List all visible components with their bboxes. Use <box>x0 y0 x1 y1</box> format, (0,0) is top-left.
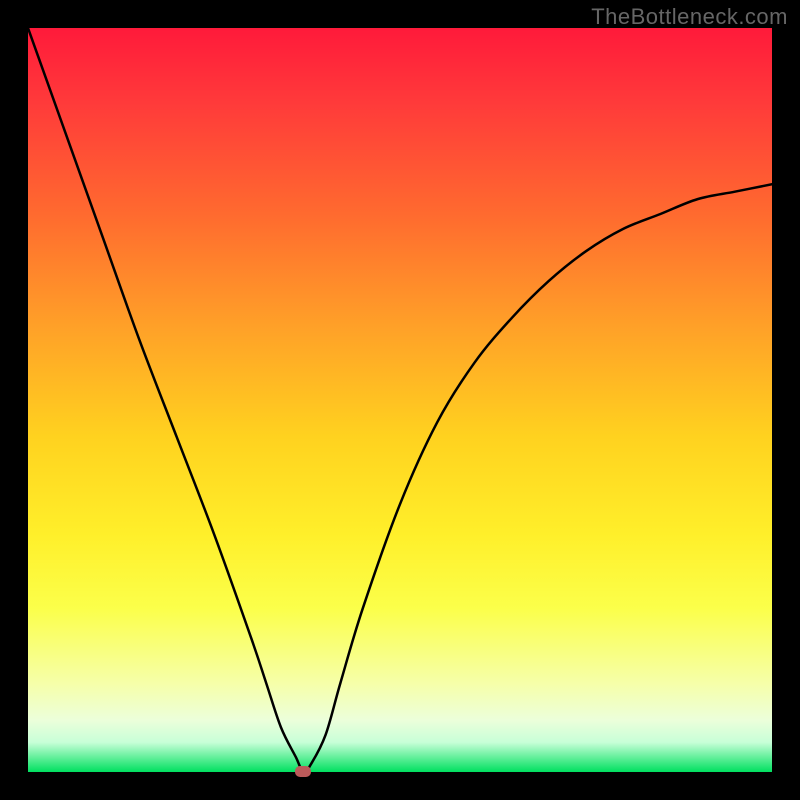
plot-area <box>28 28 772 772</box>
chart-frame: TheBottleneck.com <box>0 0 800 800</box>
watermark-text: TheBottleneck.com <box>591 4 788 30</box>
bottleneck-curve <box>28 28 772 772</box>
curve-path <box>28 28 772 772</box>
optimal-marker <box>295 766 311 777</box>
